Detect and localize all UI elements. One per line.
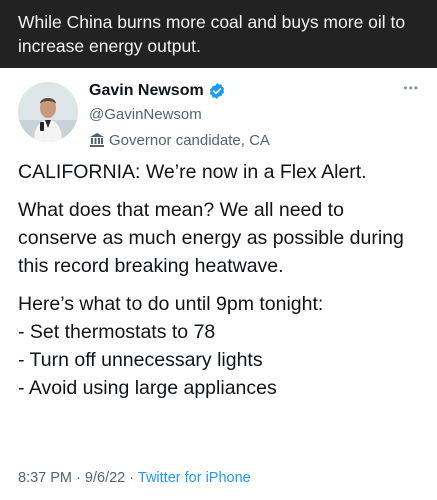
tweet-source-link[interactable]: Twitter for iPhone [138, 470, 251, 486]
tweet-time[interactable]: 8:37 PM [18, 470, 72, 486]
caption-bar: While China burns more coal and buys mor… [0, 0, 437, 68]
author-name[interactable]: Gavin Newsom [89, 82, 204, 100]
government-building-icon [89, 132, 105, 148]
tweet-body: CALIFORNIA: We’re now in a Flex Alert. W… [18, 158, 423, 412]
account-label: Governor candidate, CA [89, 129, 270, 151]
tweet-card: Gavin Newsom @GavinNewsom Governor candi… [0, 68, 437, 500]
avatar[interactable] [18, 82, 78, 142]
account-label-text: Governor candidate, CA [109, 131, 270, 149]
caption-text: While China burns more coal and buys mor… [18, 12, 406, 56]
tweet-meta: 8:37 PM · 9/6/22 · Twitter for iPhone [18, 470, 251, 486]
verified-badge-icon [208, 82, 226, 100]
meta-separator: · [129, 470, 135, 486]
meta-separator: · [76, 470, 81, 486]
avatar-photo-icon [18, 82, 78, 142]
tweet-paragraph: Here’s what to do until 9pm tonight: - S… [18, 293, 324, 399]
tweet-paragraph: What does that mean? We all need to cons… [18, 199, 404, 277]
tweet-header: Gavin Newsom @GavinNewsom Governor candi… [89, 80, 270, 151]
tweet-date[interactable]: 9/6/22 [85, 470, 125, 486]
author-handle[interactable]: @GavinNewsom [89, 104, 270, 126]
tweet-paragraph: CALIFORNIA: We’re now in a Flex Alert. [18, 161, 367, 183]
name-row: Gavin Newsom [89, 80, 270, 102]
more-options-icon[interactable]: ••• [403, 82, 419, 94]
